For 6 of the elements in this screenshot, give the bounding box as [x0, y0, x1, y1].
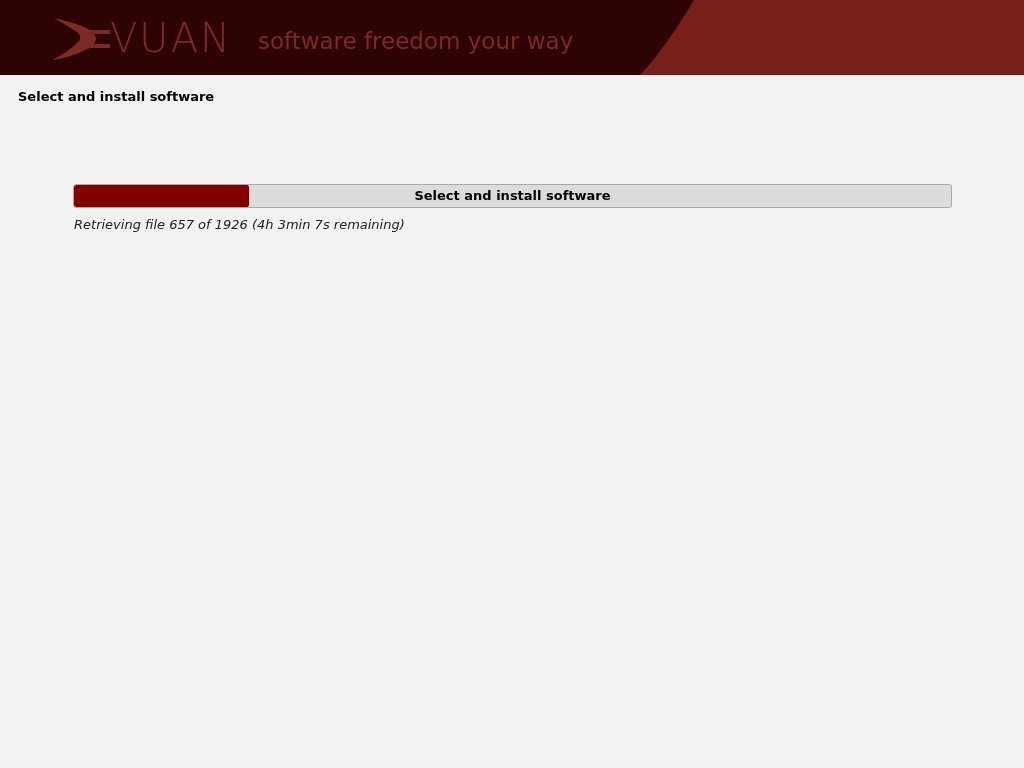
status-text: Retrieving file 657 of 1926 (4h 3min 7s remaining): [74, 215, 406, 234]
progress-label: Select and install software: [414, 187, 611, 203]
page-title: Select and install software: [18, 88, 216, 106]
tagline: software freedom your way: [257, 27, 574, 57]
swirl-logo-icon: [50, 15, 112, 60]
logo-text: VUAN: [110, 17, 232, 58]
